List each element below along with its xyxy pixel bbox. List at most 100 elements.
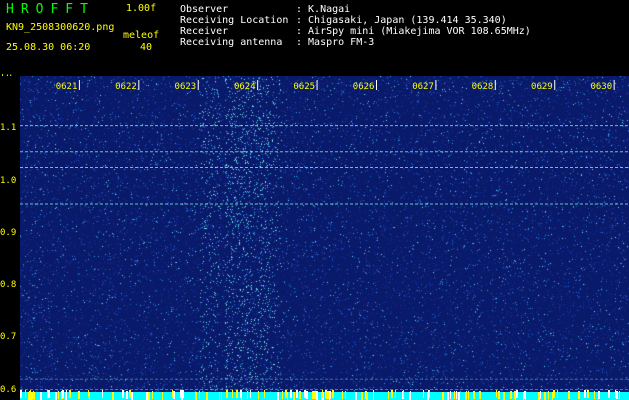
echo-marker	[180, 390, 182, 398]
gain-value: 40	[140, 42, 153, 53]
header-panel: HROFFT 1.00f KN9_2508300620.png meleof 2…	[0, 0, 629, 76]
echo-marker	[326, 391, 327, 399]
echo-marker	[31, 392, 33, 400]
echo-marker	[55, 392, 57, 400]
waterfall-overlay: 0621 0622 0623 0624 0625 0626 0627 0628 0629 0630	[20, 80, 629, 400]
echo-marker	[88, 390, 89, 398]
echo-marker	[373, 390, 374, 398]
echo-marker	[78, 391, 80, 399]
time-tick-label: 0628	[472, 82, 494, 92]
echo-marker	[290, 390, 292, 398]
echo-marker	[423, 390, 424, 398]
echo-marker	[473, 391, 475, 399]
echo-marker	[553, 390, 555, 398]
echo-marker	[250, 390, 251, 398]
echo-marker	[28, 392, 29, 400]
echo-marker	[33, 391, 34, 399]
echo-marker	[366, 391, 367, 399]
echo-marker	[342, 391, 343, 399]
echo-marker	[131, 392, 133, 400]
echo-marker	[48, 390, 50, 398]
echo-marker	[568, 391, 570, 399]
echo-marker	[182, 390, 184, 398]
frequency-axis: 1.1 1.0 0.9 0.8 0.7 0.6	[0, 76, 20, 400]
echo-marker	[552, 392, 553, 400]
echo-marker	[450, 391, 451, 399]
echo-marker	[122, 390, 124, 398]
echo-marker	[240, 390, 242, 398]
app-brand: HROFFT	[6, 2, 95, 17]
echo-marker	[314, 391, 316, 399]
echo-marker	[329, 391, 331, 399]
echo-marker	[173, 391, 175, 399]
echo-marker	[608, 390, 610, 398]
echo-marker	[594, 391, 595, 399]
y-tick-label: 1.1	[0, 123, 17, 134]
echo-marker	[524, 391, 526, 399]
echo-marker	[25, 390, 26, 398]
echo-marker	[304, 390, 306, 398]
echo-marker	[69, 390, 71, 398]
time-tick-label: 0626	[353, 82, 375, 92]
echo-marker	[152, 391, 153, 399]
info-label-antenna: Receiving antenna	[180, 37, 283, 48]
echo-count-bar	[20, 392, 629, 400]
echo-marker	[102, 390, 103, 398]
echo-marker	[454, 391, 455, 399]
echo-marker	[578, 391, 580, 399]
echo-marker	[129, 390, 131, 398]
echo-marker	[221, 392, 222, 400]
echo-marker	[427, 392, 429, 400]
echo-marker	[312, 391, 314, 399]
echo-marker	[219, 392, 220, 400]
mode-label: meleof	[123, 30, 160, 41]
echo-marker	[62, 390, 64, 398]
echo-marker	[587, 390, 588, 398]
echo-marker	[557, 390, 558, 398]
echo-marker	[29, 391, 30, 399]
echo-marker	[199, 391, 200, 399]
echo-marker	[388, 391, 389, 399]
y-tick-label: 0.6	[0, 384, 17, 395]
echo-marker	[30, 390, 31, 398]
time-tick-label: 0622	[115, 82, 137, 92]
y-tick-label: 0.8	[0, 280, 17, 291]
echo-marker	[258, 391, 259, 399]
time-tick-label: 0623	[175, 82, 197, 92]
echo-marker	[299, 391, 301, 399]
echo-marker	[584, 390, 586, 398]
time-tick-label: 0621	[56, 82, 78, 92]
waterfall-spectrogram: 0621 0622 0623 0624 0625 0626 0627 0628 0629 0630	[20, 76, 629, 400]
time-tick-label: 0624	[234, 82, 256, 92]
echo-marker	[361, 392, 363, 400]
echo-marker	[458, 392, 460, 400]
echo-marker	[322, 390, 323, 398]
info-value-antenna: : Maspro FM-3	[296, 37, 375, 48]
y-tick-label: 0.7	[0, 332, 17, 343]
echo-marker	[496, 390, 497, 398]
echo-marker	[466, 391, 467, 399]
echo-marker	[510, 391, 512, 399]
echo-marker	[345, 391, 346, 399]
file-name: KN9_2508300620.png	[6, 22, 115, 33]
echo-marker	[236, 390, 238, 398]
echo-marker	[479, 391, 481, 399]
time-tick-label: 0630	[590, 82, 612, 92]
echo-marker	[468, 391, 469, 399]
echo-marker	[403, 390, 404, 398]
echo-marker	[206, 392, 208, 400]
echo-marker	[516, 390, 518, 398]
echo-marker	[316, 392, 318, 400]
echo-marker	[410, 391, 411, 399]
echo-marker	[226, 390, 228, 398]
echo-marker	[598, 391, 600, 399]
echo-marker	[296, 390, 298, 398]
y-tick-label: 0.9	[0, 227, 17, 238]
echo-marker	[306, 391, 308, 399]
echo-marker	[162, 392, 163, 400]
echo-marker	[355, 392, 357, 400]
echo-marker	[456, 391, 457, 399]
echo-marker	[112, 392, 114, 400]
y-tick-label: 1.0	[0, 175, 17, 186]
echo-marker	[146, 392, 148, 400]
